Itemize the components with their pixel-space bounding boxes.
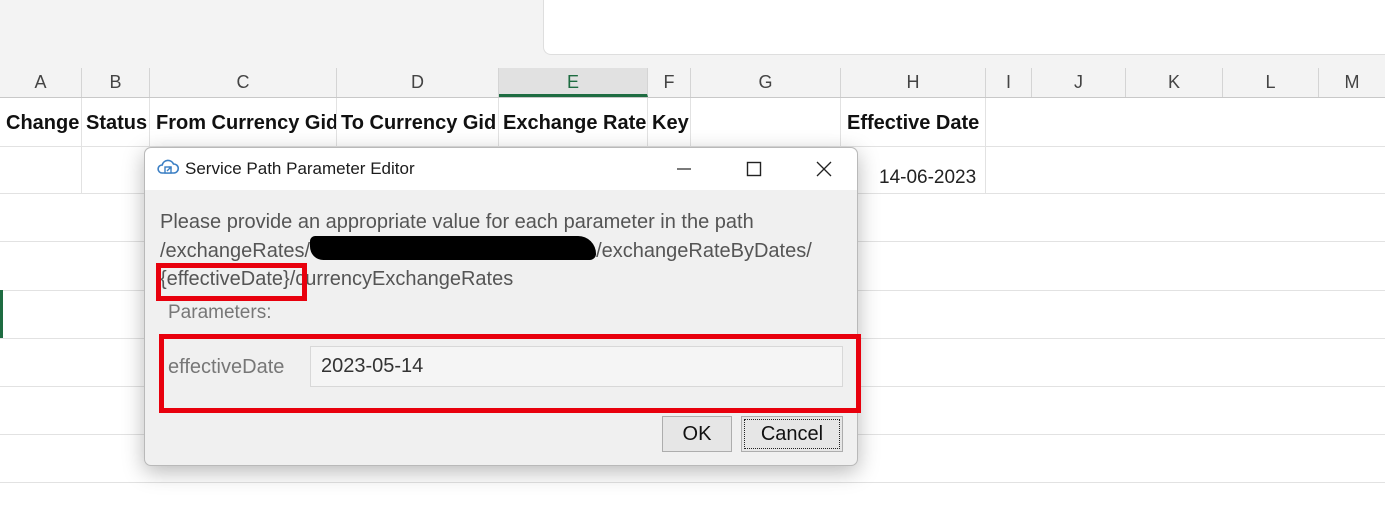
path-parameter-highlight — [156, 263, 307, 301]
ok-button[interactable]: OK — [662, 416, 732, 452]
dialog-titlebar[interactable]: Service Path Parameter Editor — [145, 148, 857, 190]
column-header-row: A B C D E F G H I J K L M — [0, 68, 1385, 98]
cell-to-currency-gid[interactable]: To Currency Gid — [337, 98, 499, 146]
parameters-label: Parameters: — [168, 302, 272, 323]
message-line-2: /exchangeRates/ /exchangeRateByDates/ — [160, 236, 812, 266]
cell-effective-date[interactable]: Effective Date — [841, 98, 986, 146]
column-header-j[interactable]: J — [1032, 68, 1126, 97]
column-header-m[interactable]: M — [1319, 68, 1385, 97]
dialog-title: Service Path Parameter Editor — [185, 159, 415, 178]
path-rest: currencyExchangeRates — [295, 268, 514, 290]
cell-a2[interactable] — [0, 146, 82, 193]
cell-exchange-rate[interactable]: Exchange Rate — [499, 98, 648, 146]
active-row-indicator — [0, 290, 3, 338]
ribbon-area — [0, 0, 1385, 68]
redaction-mark — [310, 236, 597, 261]
minimize-button[interactable] — [649, 148, 719, 190]
cell-change[interactable]: Change — [0, 98, 82, 146]
header-data-row: Change Status From Currency Gid To Curre… — [0, 98, 1385, 147]
cell-empty-g[interactable] — [691, 98, 841, 146]
cloud-link-icon — [156, 157, 180, 179]
column-header-b[interactable]: B — [82, 68, 150, 97]
column-header-g[interactable]: G — [691, 68, 841, 97]
column-header-h[interactable]: H — [841, 68, 986, 97]
column-header-k[interactable]: K — [1126, 68, 1223, 97]
maximize-icon — [746, 161, 762, 177]
path-prefix: /exchangeRates/ — [160, 239, 311, 262]
column-header-f[interactable]: F — [648, 68, 691, 97]
service-path-parameter-editor-dialog: Service Path Parameter Editor Please pro… — [144, 147, 861, 466]
column-header-a[interactable]: A — [0, 68, 82, 97]
cell-from-currency-gid[interactable]: From Currency Gid — [150, 98, 337, 146]
column-header-l[interactable]: L — [1223, 68, 1319, 97]
cell-key[interactable]: Key — [648, 98, 691, 146]
minimize-icon — [677, 168, 691, 170]
close-button[interactable] — [789, 148, 859, 190]
column-header-e[interactable]: E — [499, 68, 648, 97]
task-pane — [543, 0, 1385, 55]
path-suffix: /exchangeRateByDates/ — [596, 239, 812, 262]
close-icon — [816, 161, 832, 177]
column-header-i[interactable]: I — [986, 68, 1032, 97]
column-header-d[interactable]: D — [337, 68, 499, 97]
maximize-button[interactable] — [719, 148, 789, 190]
message-line-1: Please provide an appropriate value for … — [160, 211, 754, 233]
parameter-highlight — [159, 334, 861, 413]
cell-status[interactable]: Status — [82, 98, 150, 146]
cell-effective-date-value[interactable]: 14-06-2023 — [841, 146, 986, 193]
column-header-c[interactable]: C — [150, 68, 337, 97]
cancel-button[interactable]: Cancel — [741, 416, 843, 452]
